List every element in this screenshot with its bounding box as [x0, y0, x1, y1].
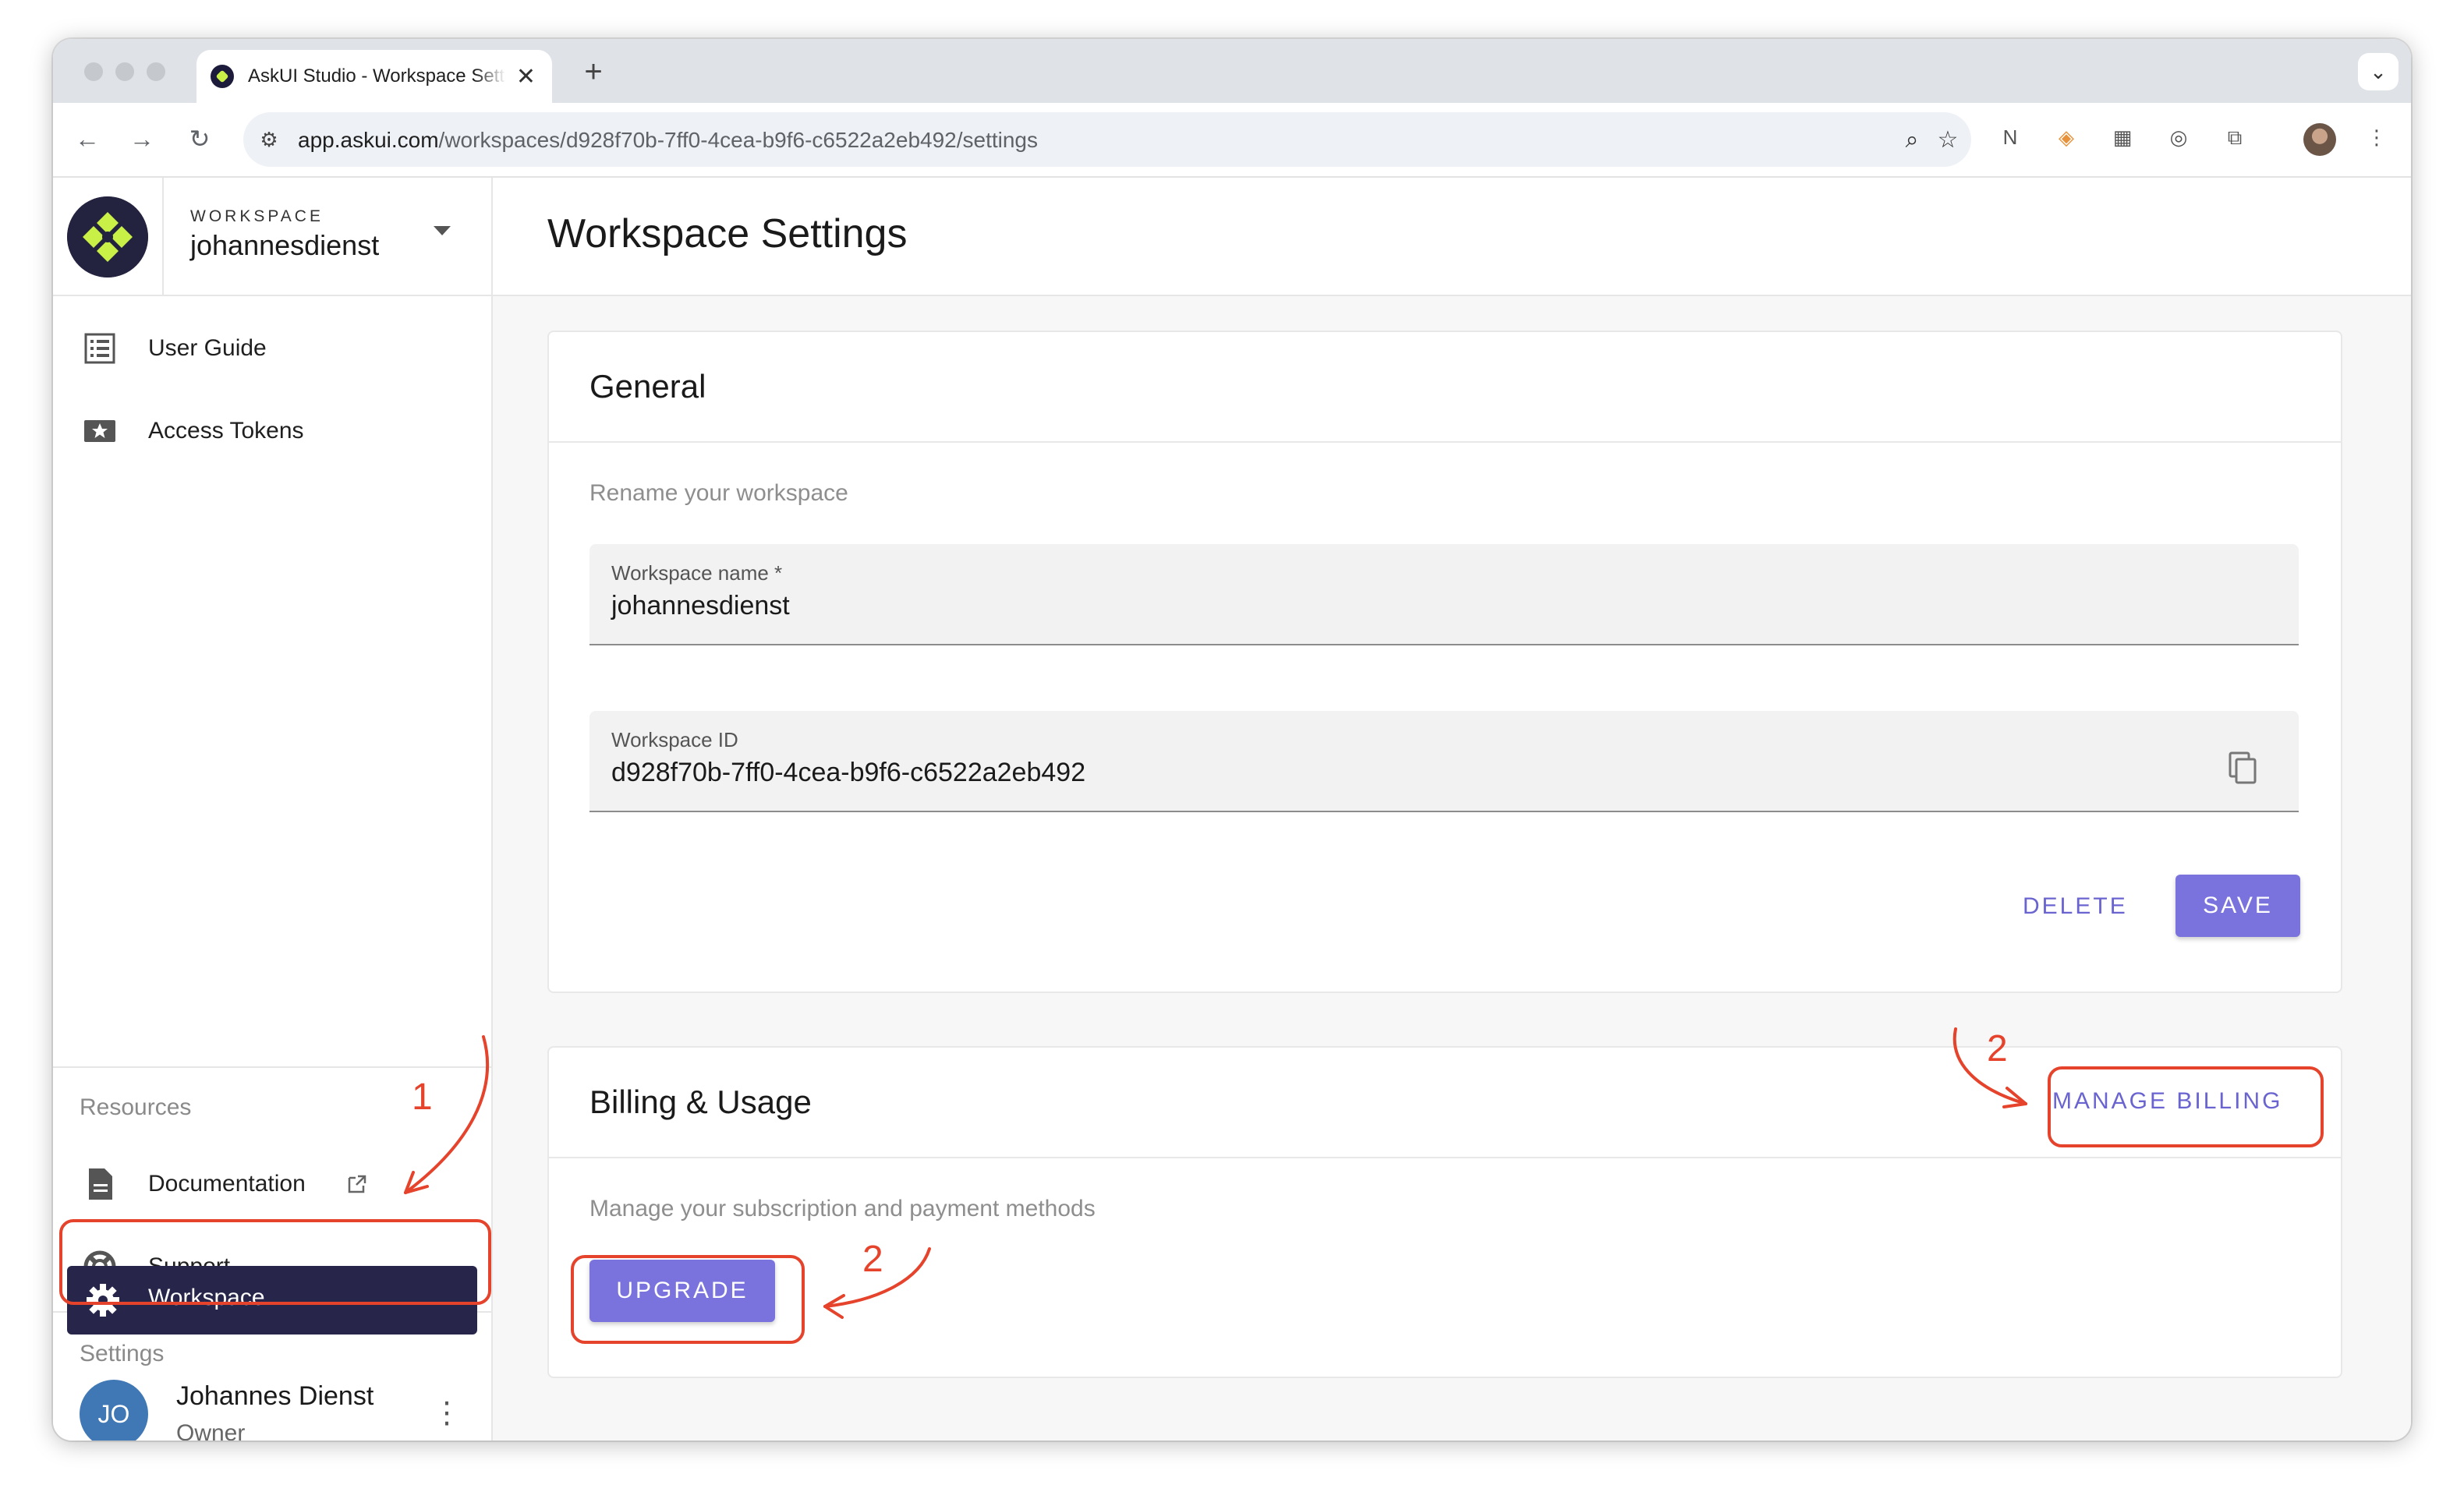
extensions-puzzle-icon[interactable]: ⧉ — [2219, 122, 2250, 153]
reload-icon[interactable]: ↻ — [181, 120, 218, 157]
sidebar-item-label: Documentation — [148, 1171, 306, 1197]
zoom-icon[interactable]: ⌕ — [1896, 125, 1928, 156]
askui-logo-icon — [67, 196, 148, 278]
askui-favicon-icon — [211, 65, 234, 88]
workspace-id-field: Workspace ID d928f70b-7ff0-4cea-b9f6-c65… — [589, 711, 2299, 812]
annotation-number-1: 1 — [412, 1076, 433, 1118]
card-divider — [549, 441, 2341, 443]
sidebar-item-access-tokens[interactable]: Access Tokens — [53, 396, 493, 466]
browser-toolbar: ← → ↻ ⚙ app.askui.com/workspaces/d928f70… — [53, 103, 2411, 178]
card-divider — [549, 1157, 2341, 1158]
external-link-icon — [348, 1175, 366, 1193]
figma-extension-icon[interactable]: ◈ — [2051, 122, 2082, 153]
address-bar[interactable]: ⚙ app.askui.com/workspaces/d928f70b-7ff0… — [243, 112, 1971, 167]
tab-search-chevron-icon[interactable]: ⌄ — [2358, 53, 2399, 90]
workspace-id-label: Workspace ID — [611, 728, 738, 751]
general-subtitle: Rename your workspace — [589, 480, 848, 506]
browser-menu-icon[interactable]: ⋮ — [2361, 122, 2392, 153]
profile-avatar[interactable] — [2303, 123, 2336, 156]
billing-subtitle: Manage your subscription and payment met… — [589, 1196, 1096, 1221]
sidebar-item-label: User Guide — [148, 335, 267, 361]
tab-close-icon[interactable]: ✕ — [514, 63, 538, 90]
privacy-extension-icon[interactable]: ◎ — [2163, 122, 2194, 153]
window-close-light[interactable] — [84, 62, 103, 81]
resources-heading: Resources — [80, 1094, 192, 1120]
user-menu-kebab-icon[interactable]: ⋮ — [432, 1394, 462, 1433]
general-card: General Rename your workspace Workspace … — [547, 331, 2342, 993]
ticket-star-icon — [84, 420, 115, 442]
workspace-name-field[interactable]: Workspace name * johannesdienst — [589, 544, 2299, 645]
annotation-box-workspace — [59, 1219, 491, 1305]
sidebar-item-user-guide[interactable]: User Guide — [53, 313, 493, 384]
general-title: General — [589, 368, 706, 405]
main-content: Workspace Settings General Rename your w… — [493, 178, 2411, 1441]
settings-heading: Settings — [80, 1341, 165, 1366]
annotation-number-2-billing: 2 — [1987, 1028, 2008, 1069]
user-role: Owner — [176, 1420, 246, 1441]
browser-tab-active[interactable]: AskUI Studio - Workspace Settings ✕ — [196, 50, 552, 103]
user-avatar[interactable]: JO — [80, 1380, 148, 1441]
billing-title: Billing & Usage — [589, 1084, 812, 1120]
url-text[interactable]: app.askui.com/workspaces/d928f70b-7ff0-4… — [298, 128, 1038, 153]
site-settings-icon[interactable]: ⚙ — [256, 126, 282, 153]
copy-icon[interactable] — [2227, 751, 2258, 786]
save-button[interactable]: SAVE — [2175, 875, 2300, 937]
workspace-divider — [162, 178, 164, 296]
forward-arrow-icon[interactable]: → — [123, 120, 161, 157]
sidebar-divider — [53, 1066, 493, 1068]
back-arrow-icon[interactable]: ← — [69, 120, 106, 157]
tab-title: AskUI Studio - Workspace Settings — [248, 65, 506, 87]
sidebar-item-documentation[interactable]: Documentation — [53, 1149, 493, 1219]
page-header: Workspace Settings — [493, 178, 2411, 296]
new-tab-icon[interactable]: + — [574, 55, 613, 90]
annotation-box-manage-billing — [2048, 1066, 2324, 1147]
grid-extension-icon[interactable]: ▦ — [2107, 122, 2138, 153]
list-icon — [84, 333, 115, 364]
annotation-number-2-upgrade: 2 — [862, 1239, 883, 1280]
window-zoom-light[interactable] — [147, 62, 165, 81]
workspace-switcher[interactable]: WORKSPACE johannesdienst — [53, 178, 493, 296]
workspace-dropdown-caret-icon[interactable] — [434, 226, 451, 235]
workspace-id-value: d928f70b-7ff0-4cea-b9f6-c6522a2eb492 — [611, 758, 1086, 787]
workspace-label: WORKSPACE — [190, 207, 324, 225]
annotation-box-upgrade — [571, 1255, 805, 1344]
window-minimize-light[interactable] — [115, 62, 134, 81]
document-icon — [89, 1168, 112, 1200]
tab-strip: AskUI Studio - Workspace Settings ✕ + ⌄ — [53, 39, 2411, 103]
workspace-name-value[interactable]: johannesdienst — [611, 591, 790, 621]
bookmark-star-icon[interactable]: ☆ — [1932, 125, 1963, 156]
delete-button[interactable]: DELETE — [2023, 893, 2128, 920]
workspace-name: johannesdienst — [190, 229, 380, 261]
sidebar-item-label: Access Tokens — [148, 418, 304, 444]
user-name: Johannes Dienst — [176, 1381, 374, 1411]
notion-extension-icon[interactable]: N — [1995, 122, 2026, 153]
page-title: Workspace Settings — [547, 211, 908, 256]
workspace-name-label: Workspace name * — [611, 561, 783, 585]
